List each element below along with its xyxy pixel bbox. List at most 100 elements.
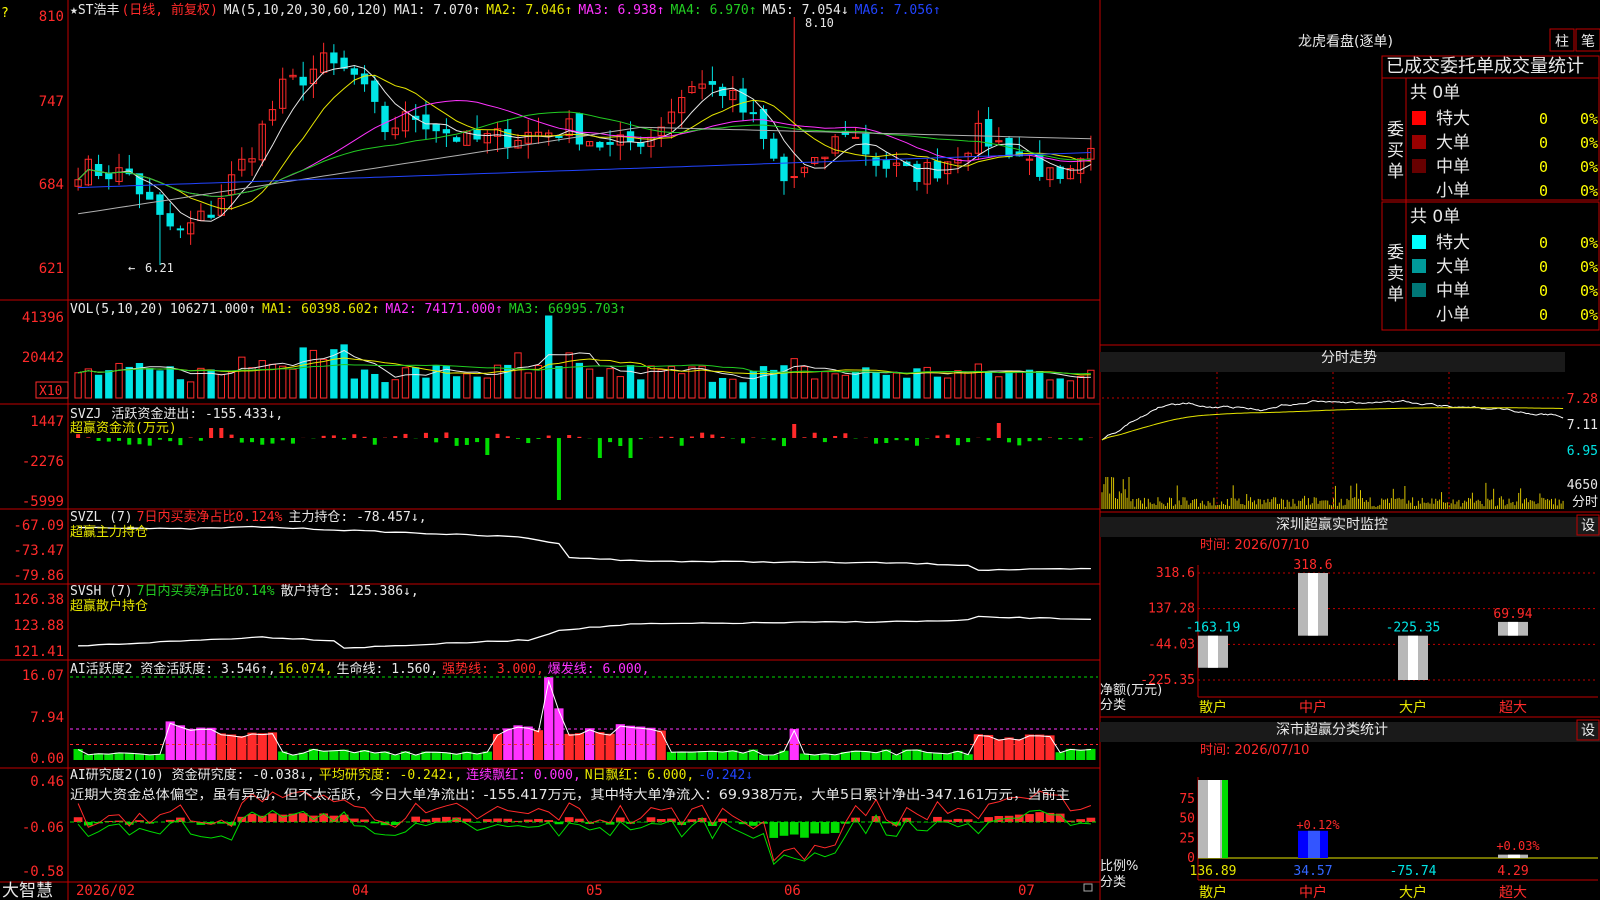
activity-bar[interactable] xyxy=(625,725,636,760)
candle-body[interactable] xyxy=(984,119,993,147)
flow-bar[interactable] xyxy=(710,434,715,438)
candle-body[interactable] xyxy=(913,163,921,182)
volume-bar[interactable] xyxy=(892,372,901,399)
activity-bar[interactable] xyxy=(349,752,359,760)
flow-bar[interactable] xyxy=(597,438,602,458)
volume-bar[interactable] xyxy=(1066,380,1075,399)
volume-bar[interactable] xyxy=(146,368,154,399)
activity-bar[interactable] xyxy=(1024,734,1035,760)
activity-bar[interactable] xyxy=(104,753,114,760)
question-icon[interactable]: ? xyxy=(1,6,9,21)
volume-bar[interactable] xyxy=(197,367,205,399)
flow-bar[interactable] xyxy=(526,438,531,444)
activity-bar[interactable] xyxy=(533,730,544,760)
flow-bar[interactable] xyxy=(403,433,408,438)
volume-bar[interactable] xyxy=(309,349,318,399)
flow-bar[interactable] xyxy=(833,435,838,438)
research-bar[interactable] xyxy=(1035,812,1045,822)
volume-bar[interactable] xyxy=(708,381,717,399)
activity-bar[interactable] xyxy=(1045,735,1055,760)
flow-bar[interactable] xyxy=(1068,438,1073,439)
flow-bar[interactable] xyxy=(966,438,971,443)
volume-bar[interactable] xyxy=(718,377,727,399)
volume-bar[interactable] xyxy=(94,374,103,399)
candle-body[interactable] xyxy=(452,137,461,142)
activity-bar[interactable] xyxy=(636,726,646,760)
volume-bar[interactable] xyxy=(698,365,706,399)
flow-bar[interactable] xyxy=(935,435,940,438)
volume-bar[interactable] xyxy=(207,369,215,399)
volume-bar[interactable] xyxy=(811,378,819,399)
volume-bar[interactable] xyxy=(1056,378,1064,399)
research-bar[interactable] xyxy=(564,817,574,822)
volume-bar[interactable] xyxy=(483,377,491,399)
volume-bar[interactable] xyxy=(166,366,174,399)
candle-body[interactable] xyxy=(575,113,584,145)
activity-bar[interactable] xyxy=(738,752,748,760)
volume-bar[interactable] xyxy=(790,358,798,399)
flow-bar[interactable] xyxy=(290,438,295,444)
flow-bar[interactable] xyxy=(444,432,449,438)
volume-bar[interactable] xyxy=(647,365,655,399)
flow-bar[interactable] xyxy=(1027,438,1032,442)
candle-body[interactable] xyxy=(371,80,379,102)
volume-bar[interactable] xyxy=(831,373,839,399)
volume-bar[interactable] xyxy=(514,352,522,399)
flow-bar[interactable] xyxy=(1007,438,1012,443)
flow-bar[interactable] xyxy=(894,438,899,441)
research-bar[interactable] xyxy=(83,822,93,826)
research-bar[interactable] xyxy=(493,818,502,822)
activity-bar[interactable] xyxy=(206,727,216,760)
candle-body[interactable] xyxy=(903,161,911,167)
research-bar[interactable] xyxy=(789,822,799,835)
flow-bar[interactable] xyxy=(372,438,377,445)
flow-bar[interactable] xyxy=(781,438,786,447)
volume-bar[interactable] xyxy=(452,376,461,399)
volume-bar[interactable] xyxy=(1005,370,1013,399)
activity-bar[interactable] xyxy=(1035,734,1045,760)
volume-bar[interactable] xyxy=(954,370,962,399)
candle-body[interactable] xyxy=(105,172,113,180)
intraday-chart[interactable] xyxy=(1101,372,1565,509)
flow-bar[interactable] xyxy=(250,438,255,443)
activity-bar[interactable] xyxy=(216,733,226,760)
flow-bar[interactable] xyxy=(260,438,265,445)
flow-bar[interactable] xyxy=(659,436,664,438)
volume-bar[interactable] xyxy=(555,366,563,399)
activity-bar[interactable] xyxy=(595,732,605,760)
volume-bar[interactable] xyxy=(1015,370,1023,399)
flow-bar[interactable] xyxy=(1017,438,1022,446)
candle-body[interactable] xyxy=(759,108,768,139)
flow-bar[interactable] xyxy=(475,438,480,443)
volume-bar[interactable] xyxy=(678,373,686,399)
volume-bar[interactable] xyxy=(330,349,338,399)
volume-bar[interactable] xyxy=(350,378,358,399)
volume-bar[interactable] xyxy=(749,370,757,399)
flow-bar[interactable] xyxy=(127,438,132,445)
activity-bar[interactable] xyxy=(850,750,861,760)
activity-bar[interactable] xyxy=(943,753,953,760)
flow-bar[interactable] xyxy=(454,438,459,446)
flow-bar[interactable] xyxy=(792,424,797,438)
candle-body[interactable] xyxy=(708,81,717,85)
activity-bar[interactable] xyxy=(1086,748,1096,760)
candle-body[interactable] xyxy=(94,164,103,177)
activity-bar[interactable] xyxy=(922,752,932,760)
flow-bar[interactable] xyxy=(239,438,244,443)
volume-bar[interactable] xyxy=(729,378,737,399)
volume-bar[interactable] xyxy=(1076,375,1085,399)
flow-bar[interactable] xyxy=(986,438,991,441)
flow-bar[interactable] xyxy=(1037,438,1042,441)
flow-bar[interactable] xyxy=(577,436,582,438)
activity-bar[interactable] xyxy=(871,752,881,760)
candle-body[interactable] xyxy=(872,157,880,166)
flow-bar[interactable] xyxy=(771,438,776,441)
activity-bar[interactable] xyxy=(267,732,278,760)
volume-bar[interactable] xyxy=(524,372,532,399)
flow-bar[interactable] xyxy=(618,438,623,447)
activity-bar[interactable] xyxy=(237,735,247,760)
activity-bar[interactable] xyxy=(73,749,83,760)
candle-body[interactable] xyxy=(780,156,788,182)
candle-body[interactable] xyxy=(330,52,338,64)
research-bar[interactable] xyxy=(1086,817,1096,822)
